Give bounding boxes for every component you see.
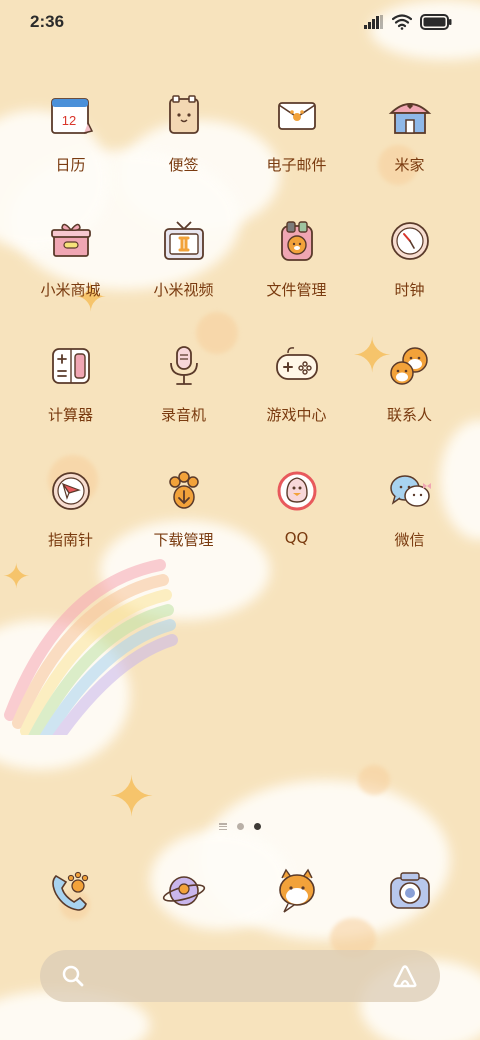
app-wechat[interactable]: 微信 [353, 467, 466, 592]
app-contacts[interactable]: 联系人 [353, 342, 466, 467]
app-email[interactable]: 电子邮件 [240, 92, 353, 217]
clock-icon [386, 217, 434, 265]
app-calendar[interactable]: 12 日历 [14, 92, 127, 217]
app-file-manager[interactable]: 文件管理 [240, 217, 353, 342]
app-label: 文件管理 [266, 281, 327, 299]
minus-one-screen-indicator[interactable] [219, 823, 227, 830]
app-label: 小米视频 [153, 281, 214, 299]
clock-time: 2:36 [30, 12, 65, 31]
tv-icon [160, 217, 208, 265]
app-label: QQ [284, 529, 309, 547]
dock-messages[interactable] [240, 868, 353, 914]
app-qq[interactable]: QQ [240, 467, 353, 592]
phone-paw-icon [48, 868, 94, 914]
dock-camera[interactable] [353, 868, 466, 914]
app-label: 时钟 [394, 281, 425, 299]
status-bar: 2:36 [0, 0, 480, 44]
status-icons [364, 14, 452, 30]
shiba-message-icon [274, 868, 320, 914]
app-game-center[interactable]: 游戏中心 [240, 342, 353, 467]
voice-assistant-icon[interactable] [392, 964, 418, 988]
wifi-icon [392, 14, 412, 30]
calendar-icon: 12 [47, 92, 95, 140]
gamepad-icon [273, 342, 321, 390]
app-mi-home[interactable]: 米家 [353, 92, 466, 217]
page-indicator[interactable] [0, 823, 480, 830]
microphone-icon [160, 342, 208, 390]
calendar-day-number: 12 [61, 113, 75, 128]
page-dot[interactable] [237, 823, 244, 830]
app-calculator[interactable]: 计算器 [14, 342, 127, 467]
app-mi-store[interactable]: 小米商城 [14, 217, 127, 342]
page-dot-active[interactable] [254, 823, 261, 830]
app-compass[interactable]: 指南针 [14, 467, 127, 592]
app-label: 录音机 [160, 406, 206, 424]
email-icon [273, 92, 321, 140]
camera-icon [387, 868, 433, 914]
search-bar[interactable] [40, 950, 440, 1002]
battery-icon [420, 14, 452, 30]
calculator-icon [47, 342, 95, 390]
app-label: 游戏中心 [266, 406, 327, 424]
qq-penguin-icon [273, 467, 321, 515]
app-label: 指南针 [47, 531, 93, 549]
app-label: 电子邮件 [266, 156, 327, 174]
dock-phone[interactable] [14, 868, 127, 914]
app-label: 小米商城 [40, 281, 101, 299]
compass-icon [47, 467, 95, 515]
home-icon [386, 92, 434, 140]
notes-icon [160, 92, 208, 140]
app-label: 计算器 [47, 406, 93, 424]
wechat-bubbles-icon [386, 467, 434, 515]
app-label: 米家 [394, 156, 425, 174]
app-label: 便签 [168, 156, 199, 174]
signal-icon [364, 15, 383, 29]
search-icon[interactable] [62, 965, 84, 987]
app-grid: 12 日历 便签 电子邮件 米家 小米商城 小米视频 文件管理 时钟 计算器 录… [14, 92, 466, 592]
app-download-manager[interactable]: 下载管理 [127, 467, 240, 592]
app-label: 联系人 [386, 406, 432, 424]
dock-browser[interactable] [127, 868, 240, 914]
dock [14, 868, 466, 914]
app-label: 下载管理 [153, 531, 214, 549]
app-notes[interactable]: 便签 [127, 92, 240, 217]
gift-box-icon [47, 217, 95, 265]
app-recorder[interactable]: 录音机 [127, 342, 240, 467]
app-label: 微信 [394, 531, 425, 549]
app-label: 日历 [55, 156, 86, 174]
app-mi-video[interactable]: 小米视频 [127, 217, 240, 342]
app-clock[interactable]: 时钟 [353, 217, 466, 342]
dog-faces-icon [386, 342, 434, 390]
planet-browser-icon [161, 868, 207, 914]
paw-download-icon [160, 467, 208, 515]
backpack-icon [273, 217, 321, 265]
